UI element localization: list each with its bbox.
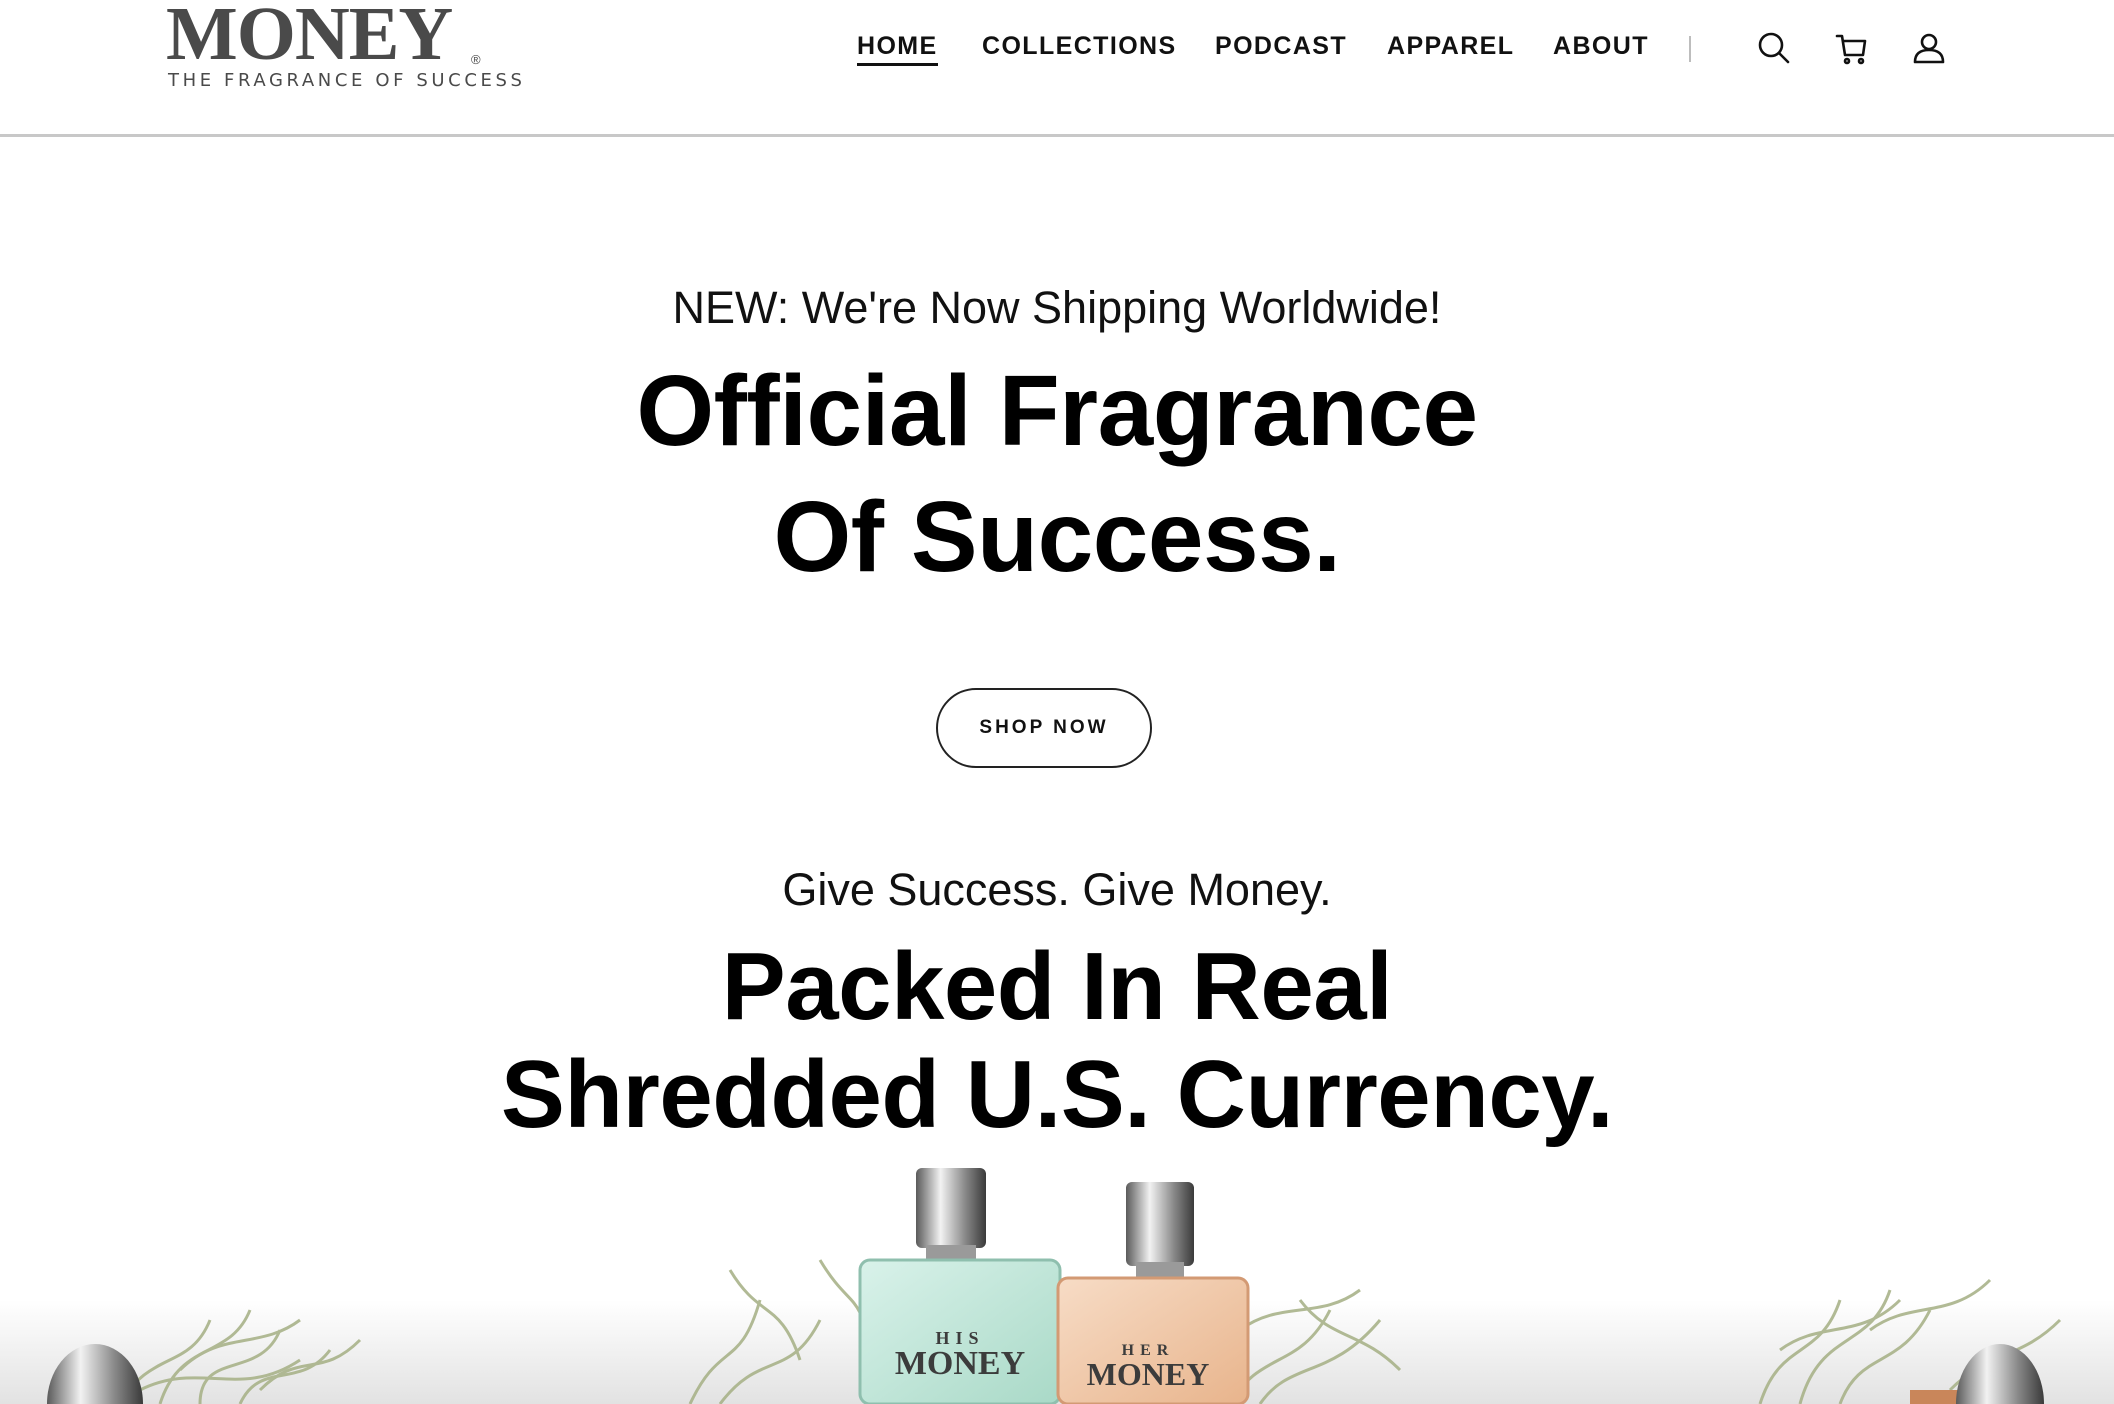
her-label-name: MONEY — [1086, 1356, 1210, 1392]
cart-icon[interactable] — [1832, 28, 1872, 68]
search-icon[interactable] — [1754, 28, 1794, 68]
nav-apparel[interactable]: APPAREL — [1387, 32, 1514, 61]
product-illustration — [0, 1168, 2114, 1404]
logo[interactable]: MONEY ® THE FRAGRANCE OF SUCCESS — [166, 0, 522, 91]
nav-divider — [1689, 36, 1691, 62]
nav-about[interactable]: ABOUT — [1553, 32, 1649, 61]
nav-podcast[interactable]: PODCAST — [1215, 32, 1347, 61]
her-bottle-label: HER MONEY — [1068, 1342, 1228, 1393]
shop-now-button[interactable]: SHOP NOW — [936, 688, 1152, 768]
gift-subhead: Give Success. Give Money. — [782, 864, 1332, 915]
his-bottle-label: HIS MONEY — [880, 1328, 1040, 1383]
gift-headline-line1: Packed In Real — [721, 933, 1393, 1040]
nav-home[interactable]: HOME — [857, 32, 938, 66]
account-icon[interactable] — [1909, 28, 1949, 68]
logo-wordmark: MONEY — [166, 0, 453, 76]
site-header: MONEY ® THE FRAGRANCE OF SUCCESS HOME CO… — [0, 0, 2114, 137]
nav-collections[interactable]: COLLECTIONS — [982, 32, 1177, 61]
gift-headline-line2: Shredded U.S. Currency. — [500, 1041, 1614, 1148]
his-label-name: MONEY — [894, 1345, 1026, 1382]
hero-headline-line2: Of Success. — [773, 481, 1341, 593]
product-image: HIS MONEY HER MONEY — [0, 1150, 2114, 1404]
shipping-announcement: NEW: We're Now Shipping Worldwide! — [672, 282, 1442, 333]
registered-mark: ® — [471, 52, 481, 67]
hero-headline-line1: Official Fragrance — [636, 355, 1478, 467]
logo-tagline: THE FRAGRANCE OF SUCCESS — [168, 70, 526, 91]
